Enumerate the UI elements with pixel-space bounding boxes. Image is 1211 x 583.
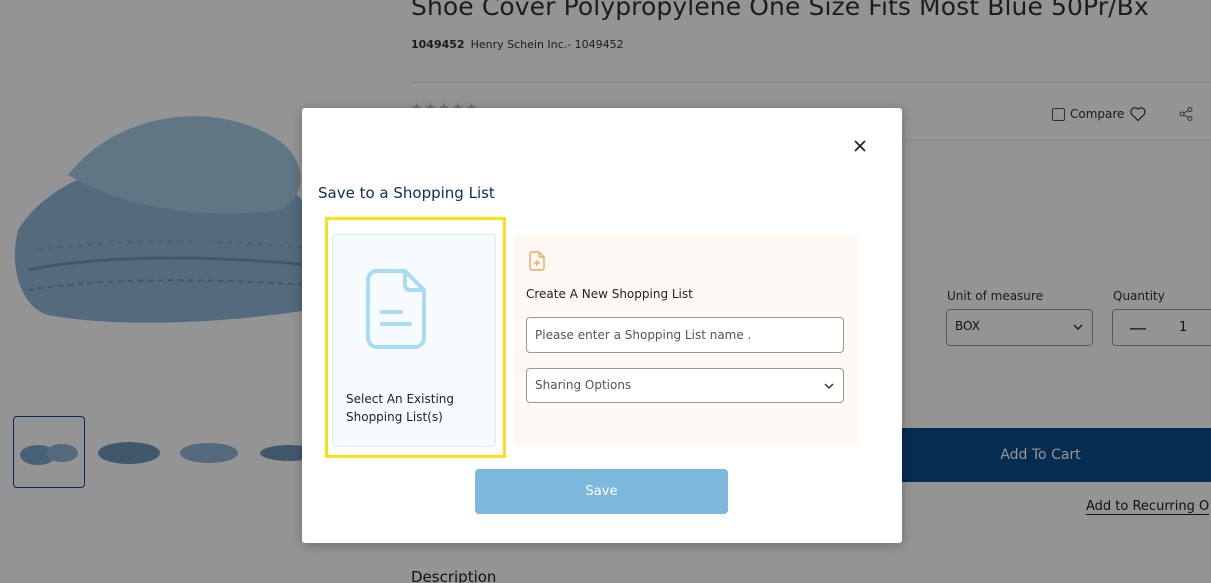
sharing-options-label: Sharing Options <box>535 378 632 392</box>
create-new-list-label: Create A New Shopping List <box>526 287 693 301</box>
create-new-list-panel: Create A New Shopping List Sharing Optio… <box>514 234 858 446</box>
document-icon <box>366 269 426 349</box>
select-existing-list-label: Select An Existing Shopping List(s) <box>346 392 454 424</box>
product-page: Shoe Cover Polypropylene One Size Fits M… <box>0 0 1211 583</box>
sharing-options-select[interactable]: Sharing Options <box>526 368 844 403</box>
select-existing-list-card[interactable]: Select An Existing Shopping List(s) <box>332 234 496 447</box>
chevron-down-icon <box>824 383 834 390</box>
add-document-icon <box>529 251 545 271</box>
modal-title: Save to a Shopping List <box>318 184 495 202</box>
save-button[interactable]: Save <box>475 469 728 514</box>
shopping-list-name-input[interactable] <box>526 317 844 353</box>
close-icon[interactable] <box>852 138 868 154</box>
save-to-shopping-list-modal: Save to a Shopping List Select An Existi… <box>302 108 902 543</box>
